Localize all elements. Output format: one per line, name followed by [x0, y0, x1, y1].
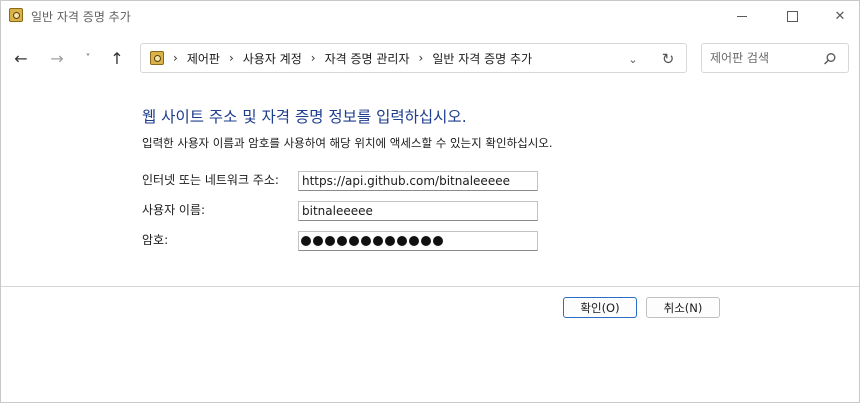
username-label: 사용자 이름:: [142, 203, 206, 217]
page-description: 입력한 사용자 이름과 암호를 사용하여 해당 위치에 액세스할 수 있는지 확…: [142, 136, 553, 150]
address-bar[interactable]: › 제어판 › 사용자 계정 › 자격 증명 관리자 › 일반 자격 증명 추가…: [140, 43, 687, 73]
breadcrumb-item-add-generic-credential[interactable]: 일반 자격 증명 추가: [432, 50, 532, 67]
maximize-button[interactable]: [769, 1, 815, 31]
search-box[interactable]: [701, 43, 849, 73]
breadcrumb-item-control-panel[interactable]: 제어판: [187, 50, 220, 67]
recent-locations-button[interactable]: ˅: [74, 43, 102, 73]
back-button[interactable]: ←: [7, 43, 35, 73]
close-button[interactable]: ✕: [817, 1, 860, 31]
footer-divider: [1, 286, 859, 287]
chevron-down-icon: ⌄: [628, 52, 638, 66]
password-label: 암호:: [142, 233, 169, 247]
maximize-icon: [786, 10, 798, 22]
arrow-up-icon: ↑: [110, 48, 124, 68]
minimize-icon: [737, 15, 747, 17]
close-icon: ✕: [834, 8, 846, 24]
breadcrumb-separator[interactable]: ›: [419, 51, 424, 65]
breadcrumb-item-user-accounts[interactable]: 사용자 계정: [243, 50, 302, 67]
address-history-dropdown[interactable]: ⌄: [623, 50, 643, 68]
window-title: 일반 자격 증명 추가: [31, 10, 131, 24]
search-input[interactable]: [710, 49, 820, 67]
search-icon[interactable]: [820, 49, 840, 69]
refresh-icon: ↻: [661, 50, 675, 68]
password-field[interactable]: [298, 231, 538, 251]
arrow-left-icon: ←: [14, 48, 28, 68]
arrow-right-icon: →: [50, 48, 64, 68]
navigation-bar: ← → ˅ ↑ › 제어판 › 사용자 계정 › 자격 증명 관리자 › 일반 …: [1, 41, 859, 75]
forward-button[interactable]: →: [43, 43, 71, 73]
page-heading: 웹 사이트 주소 및 자격 증명 정보를 입력하십시오.: [142, 108, 467, 126]
address-label: 인터넷 또는 네트워크 주소:: [142, 173, 279, 187]
up-button[interactable]: ↑: [103, 43, 131, 73]
username-field[interactable]: [298, 201, 538, 221]
chevron-down-icon: ˅: [85, 52, 91, 64]
breadcrumb-separator: ›: [173, 51, 178, 65]
credential-dialog-window: 일반 자격 증명 추가 ✕ ← → ˅ ↑ › 제어판 › 사용자 계정 › 자…: [0, 0, 860, 403]
breadcrumb-separator[interactable]: ›: [311, 51, 316, 65]
address-field[interactable]: [298, 171, 538, 191]
title-bar: 일반 자격 증명 추가 ✕: [1, 1, 859, 31]
refresh-button[interactable]: ↻: [658, 49, 678, 69]
control-panel-icon: [150, 51, 164, 65]
cancel-button[interactable]: 취소(N): [646, 297, 720, 318]
breadcrumb-separator[interactable]: ›: [229, 51, 234, 65]
ok-button[interactable]: 확인(O): [563, 297, 637, 318]
minimize-button[interactable]: [719, 1, 765, 31]
breadcrumb-item-credential-manager[interactable]: 자격 증명 관리자: [325, 50, 410, 67]
credential-manager-icon: [9, 8, 23, 22]
